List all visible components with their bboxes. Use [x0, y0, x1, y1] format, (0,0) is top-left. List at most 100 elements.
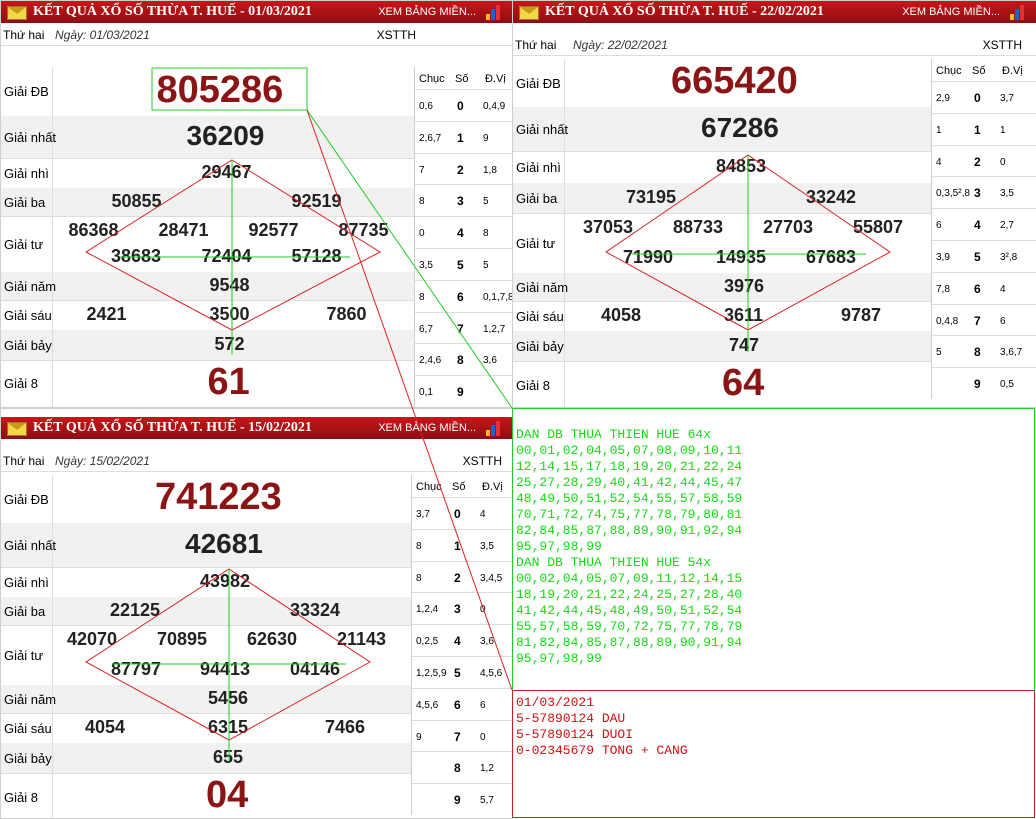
- bar-chart-icon[interactable]: [486, 4, 504, 20]
- panel-title: KẾT QUẢ XỔ SỐ THỪA T. HUẾ - 15/02/2021: [33, 420, 312, 435]
- digit-cell: 5: [454, 666, 461, 680]
- digit-cell: 0: [457, 99, 464, 113]
- digit-cell: 2: [454, 570, 461, 585]
- units-cell: 5: [483, 196, 489, 208]
- side-row: 2,9 0 3,7: [932, 81, 1036, 114]
- side-header: Chục Số Đ.Vị: [415, 67, 512, 89]
- digit-cell: 6: [457, 289, 464, 304]
- prize-label: Giải ĐB: [1, 475, 53, 523]
- units-cell: 0,5: [1000, 379, 1014, 391]
- dan-list-line: 55,57,58,59,70,72,75,77,78,79: [516, 619, 743, 634]
- tens-cell: 1,2,5,9: [416, 668, 447, 679]
- digit-cell: 7: [454, 729, 461, 744]
- prize-label: Giải ba: [1, 597, 53, 625]
- prize-row: Giải ĐB 741223: [1, 475, 411, 524]
- prize-row: Giải ĐB 665420: [513, 59, 931, 108]
- third-prize-number: 73195: [626, 187, 677, 207]
- result-panel-0103: KẾT QUẢ XỔ SỐ THỪA T. HUẾ - 01/03/2021 X…: [0, 0, 513, 408]
- dan-list-line: 25,27,28,29,40,41,42,44,45,47: [516, 475, 743, 490]
- digit-cell: 9: [974, 377, 981, 392]
- tens-cell: 6: [936, 220, 942, 232]
- prize-label: Giải sáu: [513, 301, 565, 331]
- prize-row: Giải sáu 4054 6315 7466: [1, 713, 411, 744]
- prize-row: Giải nhất 36209: [1, 116, 414, 159]
- loto-head-tail-table: Chục Số Đ.Vị 2,9 0 3,7 1 1 1 4 2 0 0,3,5²,8 3 3,5 6 4 2,7…: [931, 59, 1036, 399]
- fourth-prize-number: 37053: [583, 217, 634, 237]
- units-cell: 2,7: [1000, 220, 1014, 232]
- second-prize-number: 84853: [716, 156, 767, 176]
- prize-label: Giải ba: [513, 183, 565, 213]
- tens-cell: 0,3,5²,8: [936, 188, 970, 200]
- fourth-prize-number: 55807: [853, 217, 904, 237]
- units-cell: 0: [480, 604, 486, 616]
- side-row: 6,7 7 1,2,7: [415, 311, 512, 345]
- side-row: 8 2 3,4,5: [412, 560, 512, 594]
- tens-cell: 8: [416, 572, 422, 584]
- bar-chart-icon[interactable]: [486, 420, 504, 436]
- prize-label: Giải bảy: [513, 331, 565, 361]
- tens-cell: 0,2,5: [416, 636, 439, 648]
- third-prize-number: 33242: [806, 187, 857, 207]
- panel-title: KẾT QUẢ XỔ SỐ THỪA T. HUẾ - 01/03/2021: [33, 4, 312, 19]
- view-region-table-link[interactable]: XEM BẢNG MIỀN...: [378, 422, 476, 434]
- sixth-prize-number: 6315: [208, 717, 249, 737]
- seventh-prize-number: 655: [213, 747, 244, 767]
- eighth-prize-number: 61: [207, 361, 250, 403]
- fourth-prize-number: 62630: [247, 629, 298, 649]
- second-prize-number: 29467: [201, 162, 252, 182]
- digit-cell: 8: [457, 353, 464, 368]
- third-prize-number: 92519: [291, 191, 342, 211]
- summary-line: 5-57890124 DUOI: [516, 727, 634, 742]
- view-region-table-link[interactable]: XEM BẢNG MIỀN...: [902, 6, 1000, 18]
- prize-label: Giải năm: [1, 685, 56, 713]
- tens-cell: 3,7: [416, 509, 430, 520]
- side-row: 3,7 0 4: [412, 497, 512, 530]
- first-prize-number: 36209: [186, 120, 265, 151]
- side-row: 6 4 2,7: [932, 208, 1036, 241]
- side-row: 0,3,5²,8 3 3,5: [932, 176, 1036, 209]
- weekday: Thứ hai: [515, 38, 557, 52]
- fourth-prize-number: 86368: [68, 220, 119, 240]
- prize-row: Giải 8 61: [1, 360, 414, 407]
- digit-cell: 4: [457, 226, 464, 241]
- digit-cell: 8: [974, 345, 981, 360]
- dan-list-line: DAN DB THUA THIEN HUE 54x: [516, 555, 712, 570]
- mail-icon: [7, 6, 27, 20]
- units-cell: 4: [1000, 283, 1006, 295]
- units-cell: 9: [483, 132, 489, 144]
- prize-row: Giải ba 22125 33324: [1, 597, 411, 626]
- digit-cell: 5: [457, 258, 464, 272]
- side-row: 0 4 8: [415, 216, 512, 249]
- tens-cell: 1: [936, 124, 942, 136]
- date-bar: Thứ hai Ngày: 01/03/2021 XSTTH: [1, 23, 512, 46]
- digit-cell: 3: [454, 602, 461, 617]
- prize-row: Giải tư 86368 28471 92577 87735 38683 72404 571…: [1, 216, 414, 273]
- analysis-summary-box: 01/03/2021 5-57890124 DAU 5-57890124 DUOI 0…: [512, 690, 1035, 818]
- summary-line: 5-57890124 DAU: [516, 711, 626, 726]
- side-row: 9 0,5: [932, 367, 1036, 400]
- bar-chart-icon[interactable]: [1010, 4, 1028, 20]
- tens-cell: 2,6,7: [419, 132, 442, 144]
- prize-row: Giải bảy 747: [513, 331, 931, 362]
- tens-cell: 3,5: [419, 260, 433, 271]
- prize-label: Giải 8: [513, 361, 565, 407]
- fifth-prize-number: 9548: [209, 275, 250, 295]
- units-cell: 5: [483, 260, 489, 271]
- fourth-prize-number: 27703: [763, 217, 814, 237]
- prize-row: Giải sáu 4058 3611 9787: [513, 301, 931, 332]
- dan-list-line: 95,97,98,99: [516, 539, 602, 554]
- view-region-table-link[interactable]: XEM BẢNG MIỀN...: [378, 6, 476, 18]
- dan-list-line: 48,49,50,51,52,54,55,57,58,59: [516, 491, 743, 506]
- side-row: 9 5,7: [412, 783, 512, 816]
- weekday: Thứ hai: [3, 28, 45, 42]
- fourth-prize-number: 67683: [806, 247, 857, 267]
- fourth-prize-number: 88733: [673, 217, 724, 237]
- side-header: Chục Số Đ.Vị: [932, 59, 1036, 81]
- side-row: 0,2,5 4 3,6: [412, 624, 512, 657]
- tens-cell: 0,1: [419, 387, 433, 399]
- tens-cell: 1,2,4: [416, 604, 439, 616]
- lottery-code: XSTTH: [982, 38, 1022, 52]
- fourth-prize-number: 42070: [67, 629, 118, 649]
- dan-list-line: 18,19,20,21,22,24,25,27,28,40: [516, 587, 743, 602]
- side-row: 3,5 5 5: [415, 248, 512, 281]
